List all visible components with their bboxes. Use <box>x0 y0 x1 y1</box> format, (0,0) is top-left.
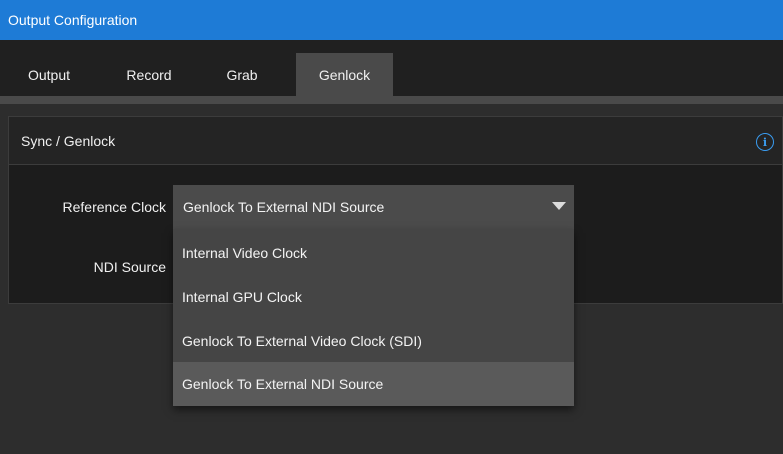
tab-record-label: Record <box>126 66 172 83</box>
reference-clock-value: Genlock To External NDI Source <box>183 199 385 215</box>
ndi-source-label: NDI Source <box>93 259 166 275</box>
window-titlebar: Output Configuration <box>0 0 783 40</box>
chevron-down-icon[interactable] <box>552 202 566 210</box>
reference-clock-select[interactable]: Genlock To External NDI Source <box>173 185 574 229</box>
dropdown-option-genlock-ndi[interactable]: Genlock To External NDI Source <box>173 362 574 406</box>
dropdown-option-internal-video-clock[interactable]: Internal Video Clock <box>173 231 574 275</box>
dropdown-option-internal-gpu-clock[interactable]: Internal GPU Clock <box>173 275 574 319</box>
tab-bar: Output Record Grab Genlock <box>0 40 783 96</box>
tab-output-label: Output <box>27 66 71 83</box>
output-configuration-window: Output Configuration Output Record Grab … <box>0 0 783 454</box>
panel-title: Sync / Genlock <box>21 132 116 149</box>
tab-record[interactable]: Record <box>112 53 186 96</box>
tab-output[interactable]: Output <box>17 53 81 96</box>
panel-header[interactable]: Sync / Genlock i <box>9 117 782 165</box>
tab-grab-label: Grab <box>226 66 258 83</box>
info-icon[interactable]: i <box>756 133 774 151</box>
info-icon-glyph: i <box>762 135 768 149</box>
tab-genlock-label: Genlock <box>318 66 371 83</box>
tab-grab[interactable]: Grab <box>212 53 272 96</box>
dropdown-option-genlock-sdi[interactable]: Genlock To External Video Clock (SDI) <box>173 319 574 363</box>
window-title: Output Configuration <box>8 12 138 28</box>
tab-divider <box>0 96 783 104</box>
reference-clock-dropdown: Internal Video Clock Internal GPU Clock … <box>173 229 574 406</box>
reference-clock-label: Reference Clock <box>62 199 167 215</box>
tab-genlock[interactable]: Genlock <box>296 53 393 96</box>
